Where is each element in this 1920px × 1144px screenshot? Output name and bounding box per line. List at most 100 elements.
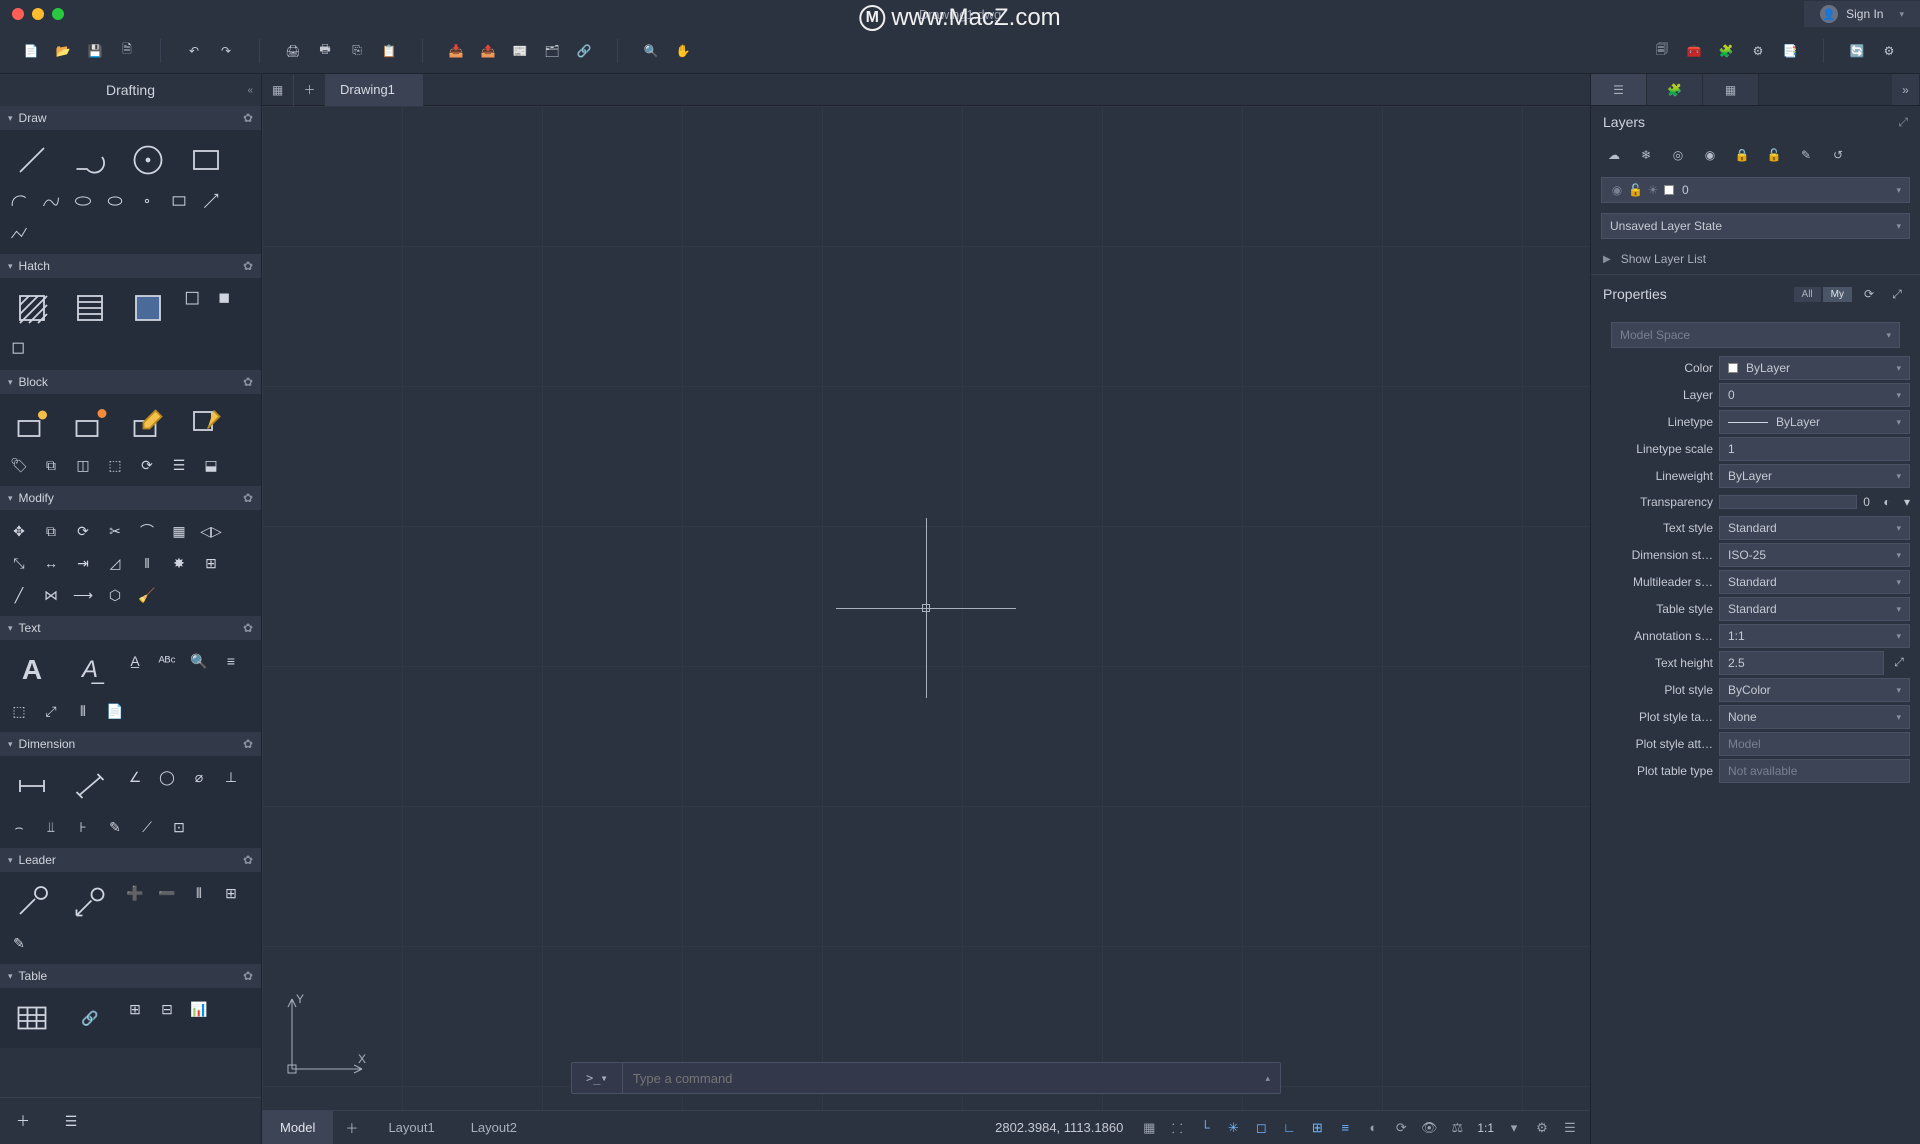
command-line[interactable]: >_▾ ▴ xyxy=(571,1062,1281,1094)
ortho-toggle-icon[interactable]: └ xyxy=(1193,1116,1217,1140)
trim-tool-icon[interactable]: ✂ xyxy=(100,516,130,546)
layout2-tab[interactable]: Layout2 xyxy=(453,1111,535,1144)
leader-icon[interactable] xyxy=(62,878,118,926)
plot-style-table-dropdown[interactable]: None▾ xyxy=(1719,705,1910,729)
text-scale-icon[interactable]: ⤢ xyxy=(36,696,66,726)
scale-tool-icon[interactable]: ⤡ xyxy=(4,548,34,578)
gear-icon[interactable]: ✿ xyxy=(243,737,253,751)
publish-icon[interactable]: 📰 xyxy=(509,40,531,62)
gear-icon[interactable]: ✿ xyxy=(243,111,253,125)
signin-button[interactable]: 👤 Sign In ▾ xyxy=(1804,1,1920,27)
ray-tool-icon[interactable] xyxy=(196,186,226,216)
lineweight-dropdown[interactable]: ByLayer▾ xyxy=(1719,464,1910,488)
sheet-set-icon[interactable]: 📑 xyxy=(1779,40,1801,62)
command-input[interactable] xyxy=(623,1071,1256,1086)
array-tool-icon[interactable]: ▦ xyxy=(164,516,194,546)
rectangle-tool-icon[interactable] xyxy=(178,136,234,184)
hatch-ellipse-icon[interactable] xyxy=(100,186,130,216)
workspace-switch-icon[interactable]: ⚙ xyxy=(1530,1116,1554,1140)
edit-attribute-icon[interactable] xyxy=(178,400,234,448)
minimize-window-icon[interactable] xyxy=(32,8,44,20)
print-icon[interactable]: 🖨 xyxy=(282,40,304,62)
dyn-toggle-icon[interactable]: ⊞ xyxy=(1305,1116,1329,1140)
gradient-tool-icon[interactable] xyxy=(62,284,118,332)
lengthen-tool-icon[interactable]: ⟶ xyxy=(68,580,98,610)
section-dimension[interactable]: ▾Dimension✿ xyxy=(0,732,261,756)
copy-icon[interactable]: ⎘ xyxy=(346,40,368,62)
lineweight-toggle-icon[interactable]: ≡ xyxy=(1333,1116,1357,1140)
transparency-slider[interactable] xyxy=(1719,495,1857,509)
aligned-dim-icon[interactable] xyxy=(62,762,118,810)
pdf-text-icon[interactable]: 📄 xyxy=(100,696,130,726)
section-block[interactable]: ▾Block✿ xyxy=(0,370,261,394)
new-tab-plus-icon[interactable]: ＋ xyxy=(294,74,326,106)
otrack-toggle-icon[interactable]: ∟ xyxy=(1277,1116,1301,1140)
layer-off-icon[interactable]: ☁ xyxy=(1603,144,1625,166)
add-section-icon[interactable]: ＋ xyxy=(8,1106,38,1136)
explode-tool-icon[interactable]: ✸ xyxy=(164,548,194,578)
show-layer-list-toggle[interactable]: ▶ Show Layer List xyxy=(1591,244,1920,274)
popout-properties-icon[interactable]: ⤢ xyxy=(1886,283,1908,305)
annotation-scale-dropdown[interactable]: 1:1▾ xyxy=(1719,624,1910,648)
filter-all-button[interactable]: All xyxy=(1794,287,1821,302)
erase-tool-icon[interactable]: 🧹 xyxy=(132,580,162,610)
section-draw[interactable]: ▾Draw✿ xyxy=(0,106,261,130)
layout1-tab[interactable]: Layout1 xyxy=(370,1111,452,1144)
block-manage-icon[interactable]: ☰ xyxy=(164,450,194,480)
osnap-toggle-icon[interactable]: ◻ xyxy=(1249,1116,1273,1140)
text-align-icon[interactable]: ≡ xyxy=(216,646,246,676)
transparency-icon[interactable]: ◐ xyxy=(1876,491,1898,513)
jog-dim-icon[interactable]: ⟋ xyxy=(132,812,162,842)
list-view-icon[interactable]: ☰ xyxy=(56,1106,86,1136)
linetype-dropdown[interactable]: ByLayer▾ xyxy=(1719,410,1910,434)
section-hatch[interactable]: ▾Hatch✿ xyxy=(0,254,261,278)
edit-polyline-icon[interactable]: ⬡ xyxy=(100,580,130,610)
expand-commandline-icon[interactable]: ▴ xyxy=(1255,1073,1280,1084)
extend-tool-icon[interactable]: ⇥ xyxy=(68,548,98,578)
section-text[interactable]: ▾Text✿ xyxy=(0,616,261,640)
polar-toggle-icon[interactable]: ✳ xyxy=(1221,1116,1245,1140)
tolerance-icon[interactable]: ⊡ xyxy=(164,812,194,842)
leader-align-icon[interactable]: ⫴ xyxy=(184,878,214,908)
insert-block-icon[interactable] xyxy=(4,400,60,448)
annotation-visibility-icon[interactable]: 👁 xyxy=(1417,1116,1441,1140)
pan-icon[interactable]: ✋ xyxy=(672,40,694,62)
customize-status-icon[interactable]: ☰ xyxy=(1558,1116,1582,1140)
stretch-tool-icon[interactable]: ↔ xyxy=(36,548,66,578)
leader-add-icon[interactable]: ➕ xyxy=(120,878,150,908)
table-extract-icon[interactable]: ⊞ xyxy=(120,994,150,1024)
break-tool-icon[interactable]: ╱ xyxy=(4,580,34,610)
gear-icon[interactable]: ✿ xyxy=(243,259,253,273)
add-layout-icon[interactable]: ＋ xyxy=(333,1111,370,1144)
mtext-tool-icon[interactable]: A xyxy=(4,646,60,694)
boundary-tool-icon[interactable] xyxy=(120,284,176,332)
table-export-icon[interactable]: 📊 xyxy=(184,994,214,1024)
sheet-icon[interactable]: 🗂 xyxy=(541,40,563,62)
radius-dim-icon[interactable]: ◯ xyxy=(152,762,182,792)
model-tab[interactable]: Model xyxy=(262,1111,333,1144)
leader-collect-icon[interactable]: ⊞ xyxy=(216,878,246,908)
hatch-edit-icon[interactable] xyxy=(178,284,208,314)
text-field-icon[interactable]: ⬚ xyxy=(4,696,34,726)
new-file-icon[interactable]: 📄 xyxy=(20,40,42,62)
multileader-style-dropdown[interactable]: Standard▾ xyxy=(1719,570,1910,594)
chevron-down-icon[interactable]: ▾ xyxy=(1502,1116,1526,1140)
point-tool-icon[interactable] xyxy=(132,186,162,216)
copy-tool-icon[interactable]: ⧉ xyxy=(36,516,66,546)
arc-length-icon[interactable]: ⌢ xyxy=(4,812,34,842)
export-icon[interactable]: 📤 xyxy=(477,40,499,62)
refresh-properties-icon[interactable]: ⟳ xyxy=(1858,283,1880,305)
layer-unisolate-icon[interactable]: ◉ xyxy=(1699,144,1721,166)
snap-toggle-icon[interactable]: ⸬ xyxy=(1165,1116,1189,1140)
annotation-scale-icon[interactable]: ⚖ xyxy=(1445,1116,1469,1140)
layer-previous-icon[interactable]: ↺ xyxy=(1827,144,1849,166)
layers-tab-icon[interactable]: ☰ xyxy=(1591,74,1647,105)
table-tab-icon[interactable]: ▦ xyxy=(1703,74,1759,105)
undo-icon[interactable]: ↶ xyxy=(183,40,205,62)
layer-isolate-icon[interactable]: ◎ xyxy=(1667,144,1689,166)
gear-icon[interactable]: ✿ xyxy=(243,621,253,635)
plot-icon[interactable]: 🖶 xyxy=(314,40,336,62)
fillet-tool-icon[interactable]: ⌒ xyxy=(132,516,162,546)
join-tool-icon[interactable]: ⋈ xyxy=(36,580,66,610)
block-export-icon[interactable]: ⬚ xyxy=(100,450,130,480)
